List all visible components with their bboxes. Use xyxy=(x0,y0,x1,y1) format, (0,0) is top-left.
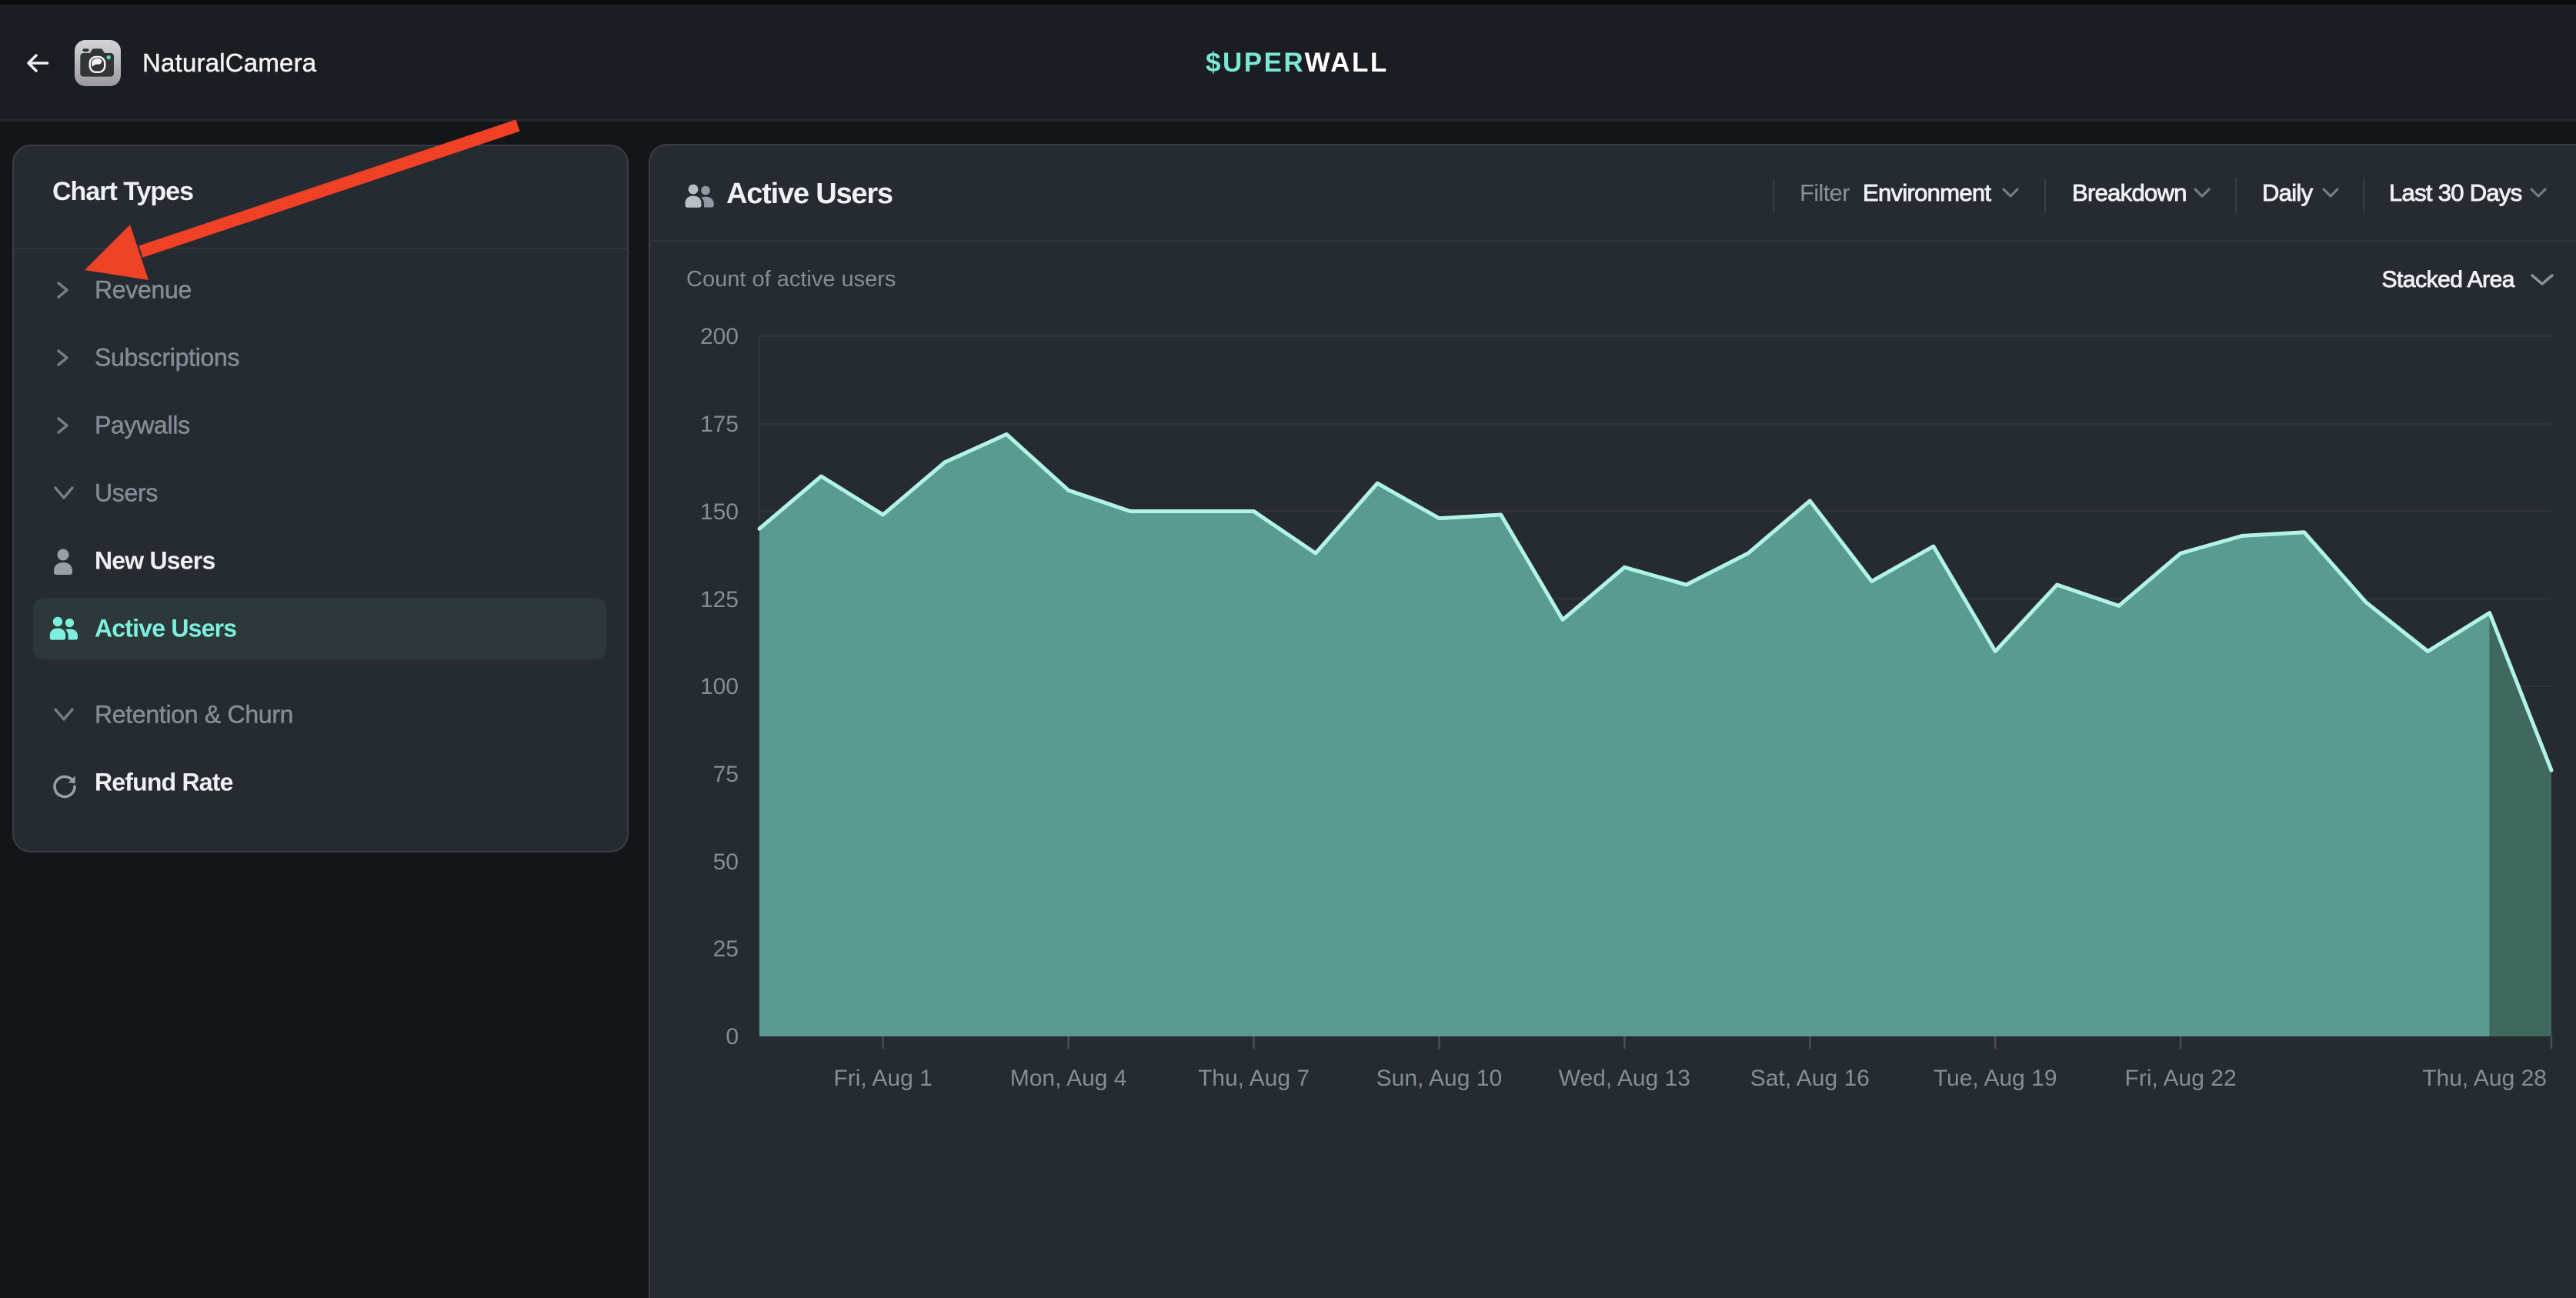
svg-text:Wed, Aug 13: Wed, Aug 13 xyxy=(1559,1066,1690,1091)
svg-text:Thu, Aug 28: Thu, Aug 28 xyxy=(2422,1066,2547,1091)
svg-text:50: 50 xyxy=(713,849,739,875)
svg-text:Thu, Aug 7: Thu, Aug 7 xyxy=(1198,1066,1310,1091)
svg-text:Fri, Aug 1: Fri, Aug 1 xyxy=(833,1066,932,1091)
svg-text:125: 125 xyxy=(700,587,739,612)
svg-text:100: 100 xyxy=(700,674,739,699)
svg-text:150: 150 xyxy=(700,499,739,525)
svg-text:0: 0 xyxy=(726,1024,739,1049)
svg-text:Fri, Aug 22: Fri, Aug 22 xyxy=(2125,1066,2237,1091)
svg-text:200: 200 xyxy=(700,324,739,349)
svg-text:Tue, Aug 19: Tue, Aug 19 xyxy=(1934,1066,2057,1091)
svg-text:75: 75 xyxy=(713,762,739,787)
svg-text:Sat, Aug 16: Sat, Aug 16 xyxy=(1750,1066,1870,1091)
svg-text:25: 25 xyxy=(713,936,739,962)
svg-text:Mon, Aug 4: Mon, Aug 4 xyxy=(1010,1066,1127,1091)
svg-text:175: 175 xyxy=(700,412,739,437)
svg-text:Sun, Aug 10: Sun, Aug 10 xyxy=(1376,1066,1502,1091)
